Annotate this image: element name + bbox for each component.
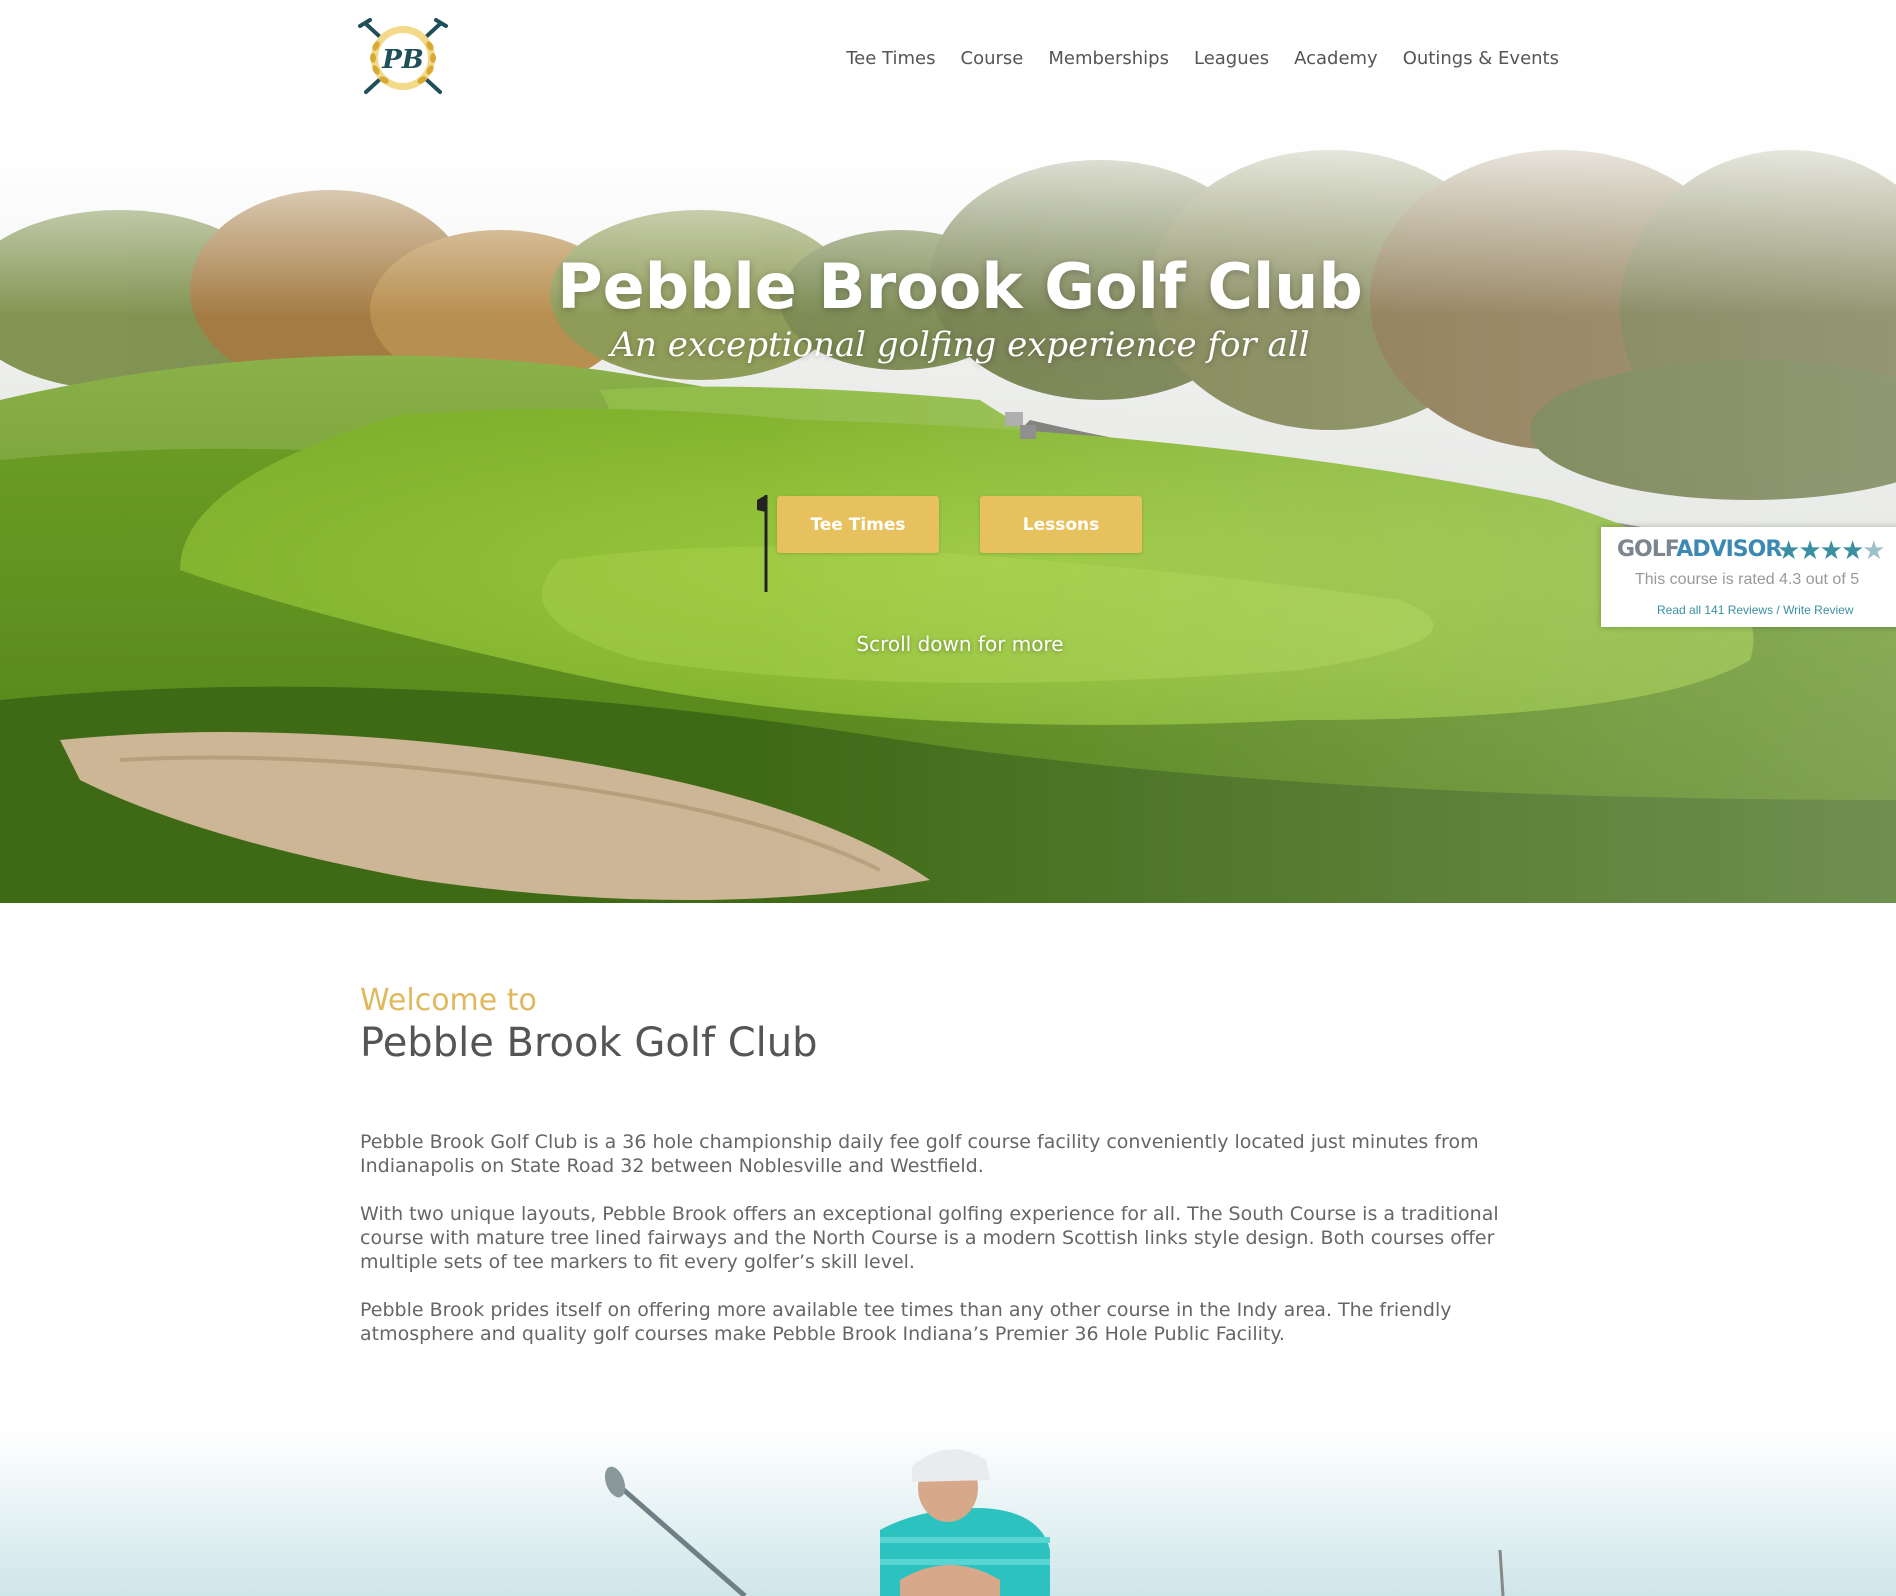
- nav-item-tee-times[interactable]: Tee Times: [846, 48, 935, 69]
- golf-advisor-widget[interactable]: GOLFADVISOR ★★★★★ This course is rated 4…: [1601, 527, 1896, 627]
- hero-tagline: An exceptional golfing experience for al…: [610, 325, 1310, 365]
- pebble-brook-logo-icon[interactable]: PB: [358, 16, 448, 100]
- rating-text: This course is rated 4.3 out of 5: [1635, 571, 1860, 588]
- hero-section: Pebble Brook Golf Club An exceptional go…: [0, 100, 1896, 903]
- star-icon: ★: [1862, 535, 1885, 565]
- nav-item-memberships[interactable]: Memberships: [1048, 48, 1169, 69]
- rating-stars: ★★★★★: [1777, 535, 1886, 566]
- star-icon: ★: [1840, 535, 1864, 565]
- site-header: PB Tee Times Course Memberships Leagues …: [0, 0, 1896, 120]
- reviews-link[interactable]: Read all 141 Reviews / Write Review: [1657, 603, 1854, 617]
- golf-advisor-logo: GOLFADVISOR: [1617, 537, 1782, 562]
- golf-advisor-brand-golf: GOLF: [1617, 537, 1677, 562]
- welcome-heading: Pebble Brook Golf Club: [360, 1020, 818, 1066]
- star-icon: ★: [1777, 535, 1800, 565]
- scroll-hint: Scroll down for more: [856, 632, 1064, 656]
- golf-advisor-brand-advisor: ADVISOR: [1676, 537, 1782, 562]
- star-icon: ★: [1798, 535, 1821, 565]
- welcome-paragraph: With two unique layouts, Pebble Brook of…: [360, 1203, 1499, 1273]
- golfer-image-band: [0, 1430, 1896, 1596]
- welcome-kicker: Welcome to: [360, 983, 537, 1018]
- golfer-image: [0, 1430, 1896, 1596]
- nav-item-leagues[interactable]: Leagues: [1194, 48, 1269, 69]
- hero-background-image: [0, 100, 1896, 903]
- nav-item-academy[interactable]: Academy: [1294, 48, 1378, 69]
- nav-item-course[interactable]: Course: [961, 48, 1024, 69]
- main-nav: Tee Times Course Memberships Leagues Aca…: [846, 48, 1559, 69]
- welcome-paragraph: Pebble Brook Golf Club is a 36 hole cham…: [360, 1131, 1479, 1177]
- star-icon: ★: [1819, 535, 1843, 565]
- lessons-button[interactable]: Lessons: [980, 496, 1142, 553]
- nav-item-outings-events[interactable]: Outings & Events: [1403, 48, 1559, 69]
- logo-monogram: PB: [381, 45, 424, 75]
- tee-times-button[interactable]: Tee Times: [777, 496, 939, 553]
- hero-title: Pebble Brook Golf Club: [557, 250, 1363, 323]
- welcome-paragraph: Pebble Brook prides itself on offering m…: [360, 1299, 1452, 1345]
